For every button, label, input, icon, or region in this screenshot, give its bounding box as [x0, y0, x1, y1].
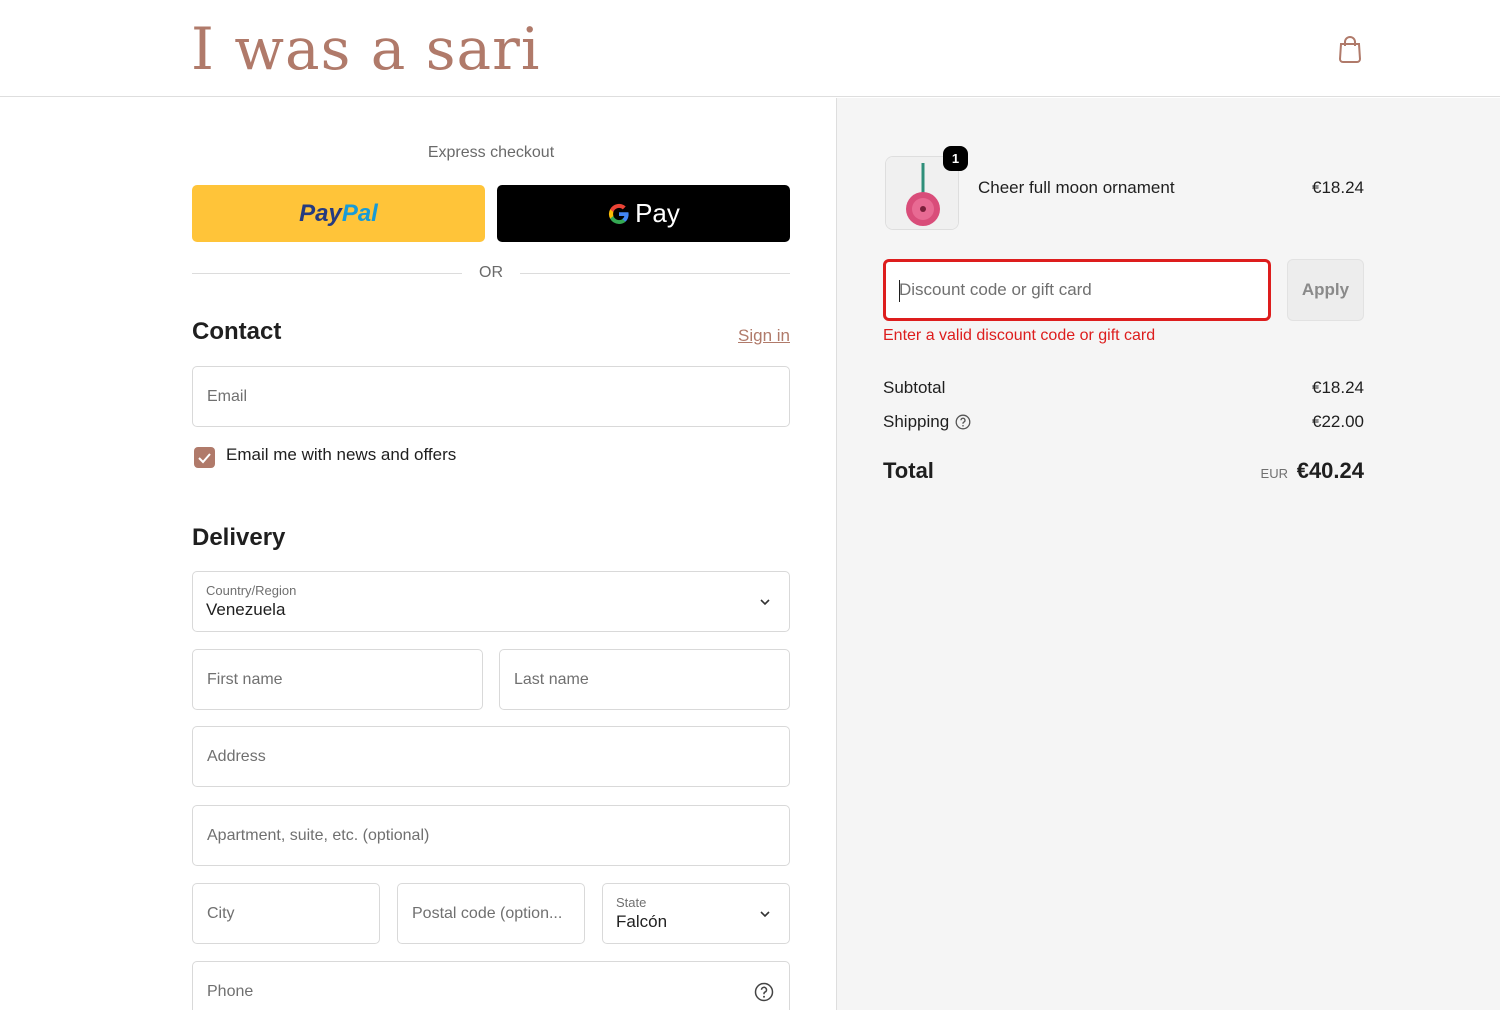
shipping-value: €22.00 [1312, 412, 1364, 431]
google-g-icon [609, 203, 629, 224]
total-currency: EUR [1260, 466, 1288, 481]
newsletter-label: Email me with news and offers [226, 445, 457, 464]
google-pay-label: Pay [635, 198, 680, 228]
apply-discount-button[interactable]: Apply [1287, 259, 1364, 321]
site-header: I was a sari [0, 0, 1500, 97]
email-field[interactable]: Email [192, 366, 790, 427]
chevron-down-icon [760, 911, 770, 918]
discount-error-message: Enter a valid discount code or gift card [883, 327, 1156, 344]
product-name: Cheer full moon ornament [978, 178, 1175, 197]
checkout-form-panel: Express checkout PayPal Pay OR Contact S… [0, 98, 836, 1010]
shipping-label: Shipping [883, 412, 950, 431]
shopping-bag-icon[interactable] [1336, 34, 1364, 64]
first-name-field[interactable]: First name [192, 649, 483, 710]
help-circle-icon[interactable] [955, 414, 971, 430]
total-label: Total [883, 458, 934, 483]
subtotal-value: €18.24 [1312, 378, 1364, 397]
chevron-down-icon [760, 599, 770, 606]
quantity-badge: 1 [943, 146, 968, 171]
total-value: €40.24 [1296, 458, 1364, 483]
paypal-button[interactable]: PayPal [192, 185, 485, 242]
last-name-field[interactable]: Last name [499, 649, 790, 710]
discount-code-field[interactable]: Discount code or gift card [883, 259, 1271, 321]
order-summary-panel: 1 Cheer full moon ornament €18.24 Discou… [836, 98, 1500, 1010]
checkmark-icon [198, 453, 211, 464]
sign-in-link[interactable]: Sign in [700, 326, 790, 346]
store-logo[interactable]: I was a sari [191, 14, 540, 84]
city-field[interactable]: City [192, 883, 380, 944]
or-divider: OR [192, 262, 790, 284]
subtotal-label: Subtotal [883, 378, 946, 397]
paypal-logo: PayPal [299, 199, 378, 227]
google-pay-button[interactable]: Pay [497, 185, 790, 242]
newsletter-checkbox[interactable] [194, 447, 215, 468]
product-price: €18.24 [1312, 178, 1364, 197]
country-select[interactable]: Country/Region Venezuela [192, 571, 790, 632]
address-field[interactable]: Address [192, 726, 790, 787]
state-select[interactable]: State Falcón [602, 883, 790, 944]
apartment-field[interactable]: Apartment, suite, etc. (optional) [192, 805, 790, 866]
contact-heading: Contact [192, 318, 282, 345]
help-circle-icon[interactable] [754, 982, 774, 1002]
postal-code-field[interactable]: Postal code (option... [397, 883, 585, 944]
delivery-heading: Delivery [192, 524, 286, 551]
phone-field[interactable]: Phone [192, 961, 790, 1010]
express-checkout-label: Express checkout [427, 144, 555, 161]
